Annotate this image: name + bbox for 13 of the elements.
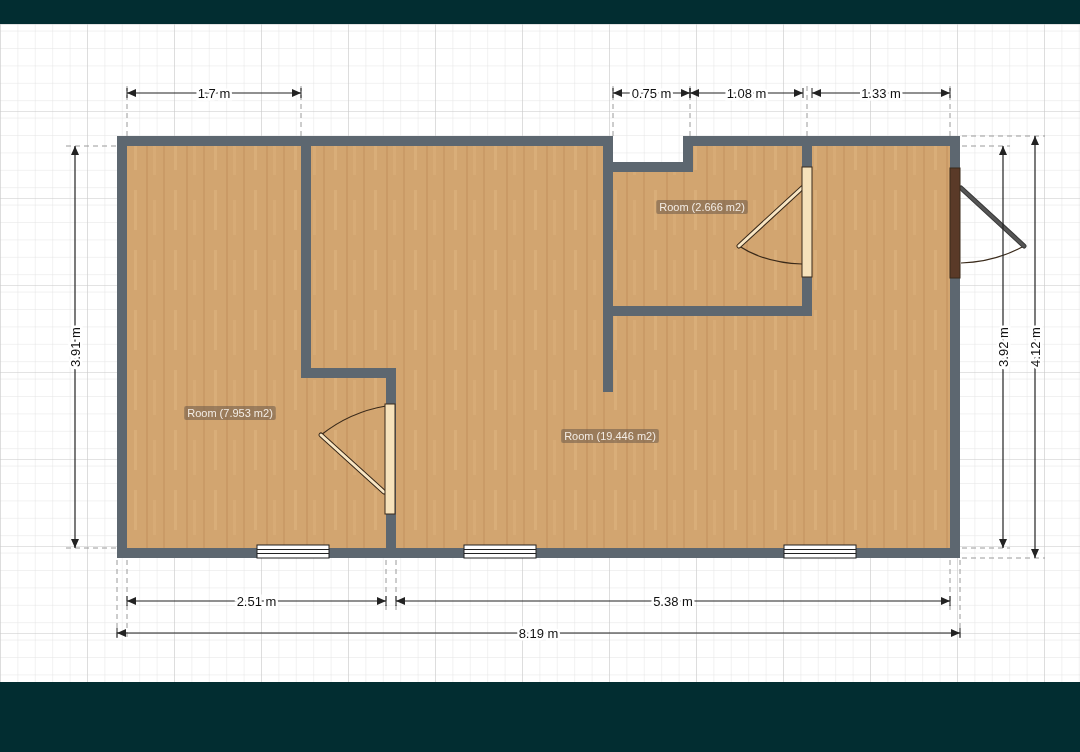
dimension-line: 8.19 m (116, 625, 961, 641)
room-label: Room (2.666 m2) (656, 200, 748, 214)
dimension-line: 3.92 m (995, 145, 1011, 549)
dimension-line: 1.08 m (689, 85, 804, 101)
dimension-line: 1.33 m (811, 85, 951, 101)
dimension-line: 4.12 m (1027, 135, 1043, 559)
dimension-line: 0.75 m (612, 85, 691, 101)
dimension-line: 5.38 m (395, 593, 951, 609)
room-label: Room (7.953 m2) (184, 406, 276, 420)
room-label: Room (19.446 m2) (561, 429, 659, 443)
dimension-line: 2.51 m (126, 593, 387, 609)
dimension-line: 3.91 m (67, 145, 83, 549)
dimension-line: 1.7 m (126, 85, 302, 101)
